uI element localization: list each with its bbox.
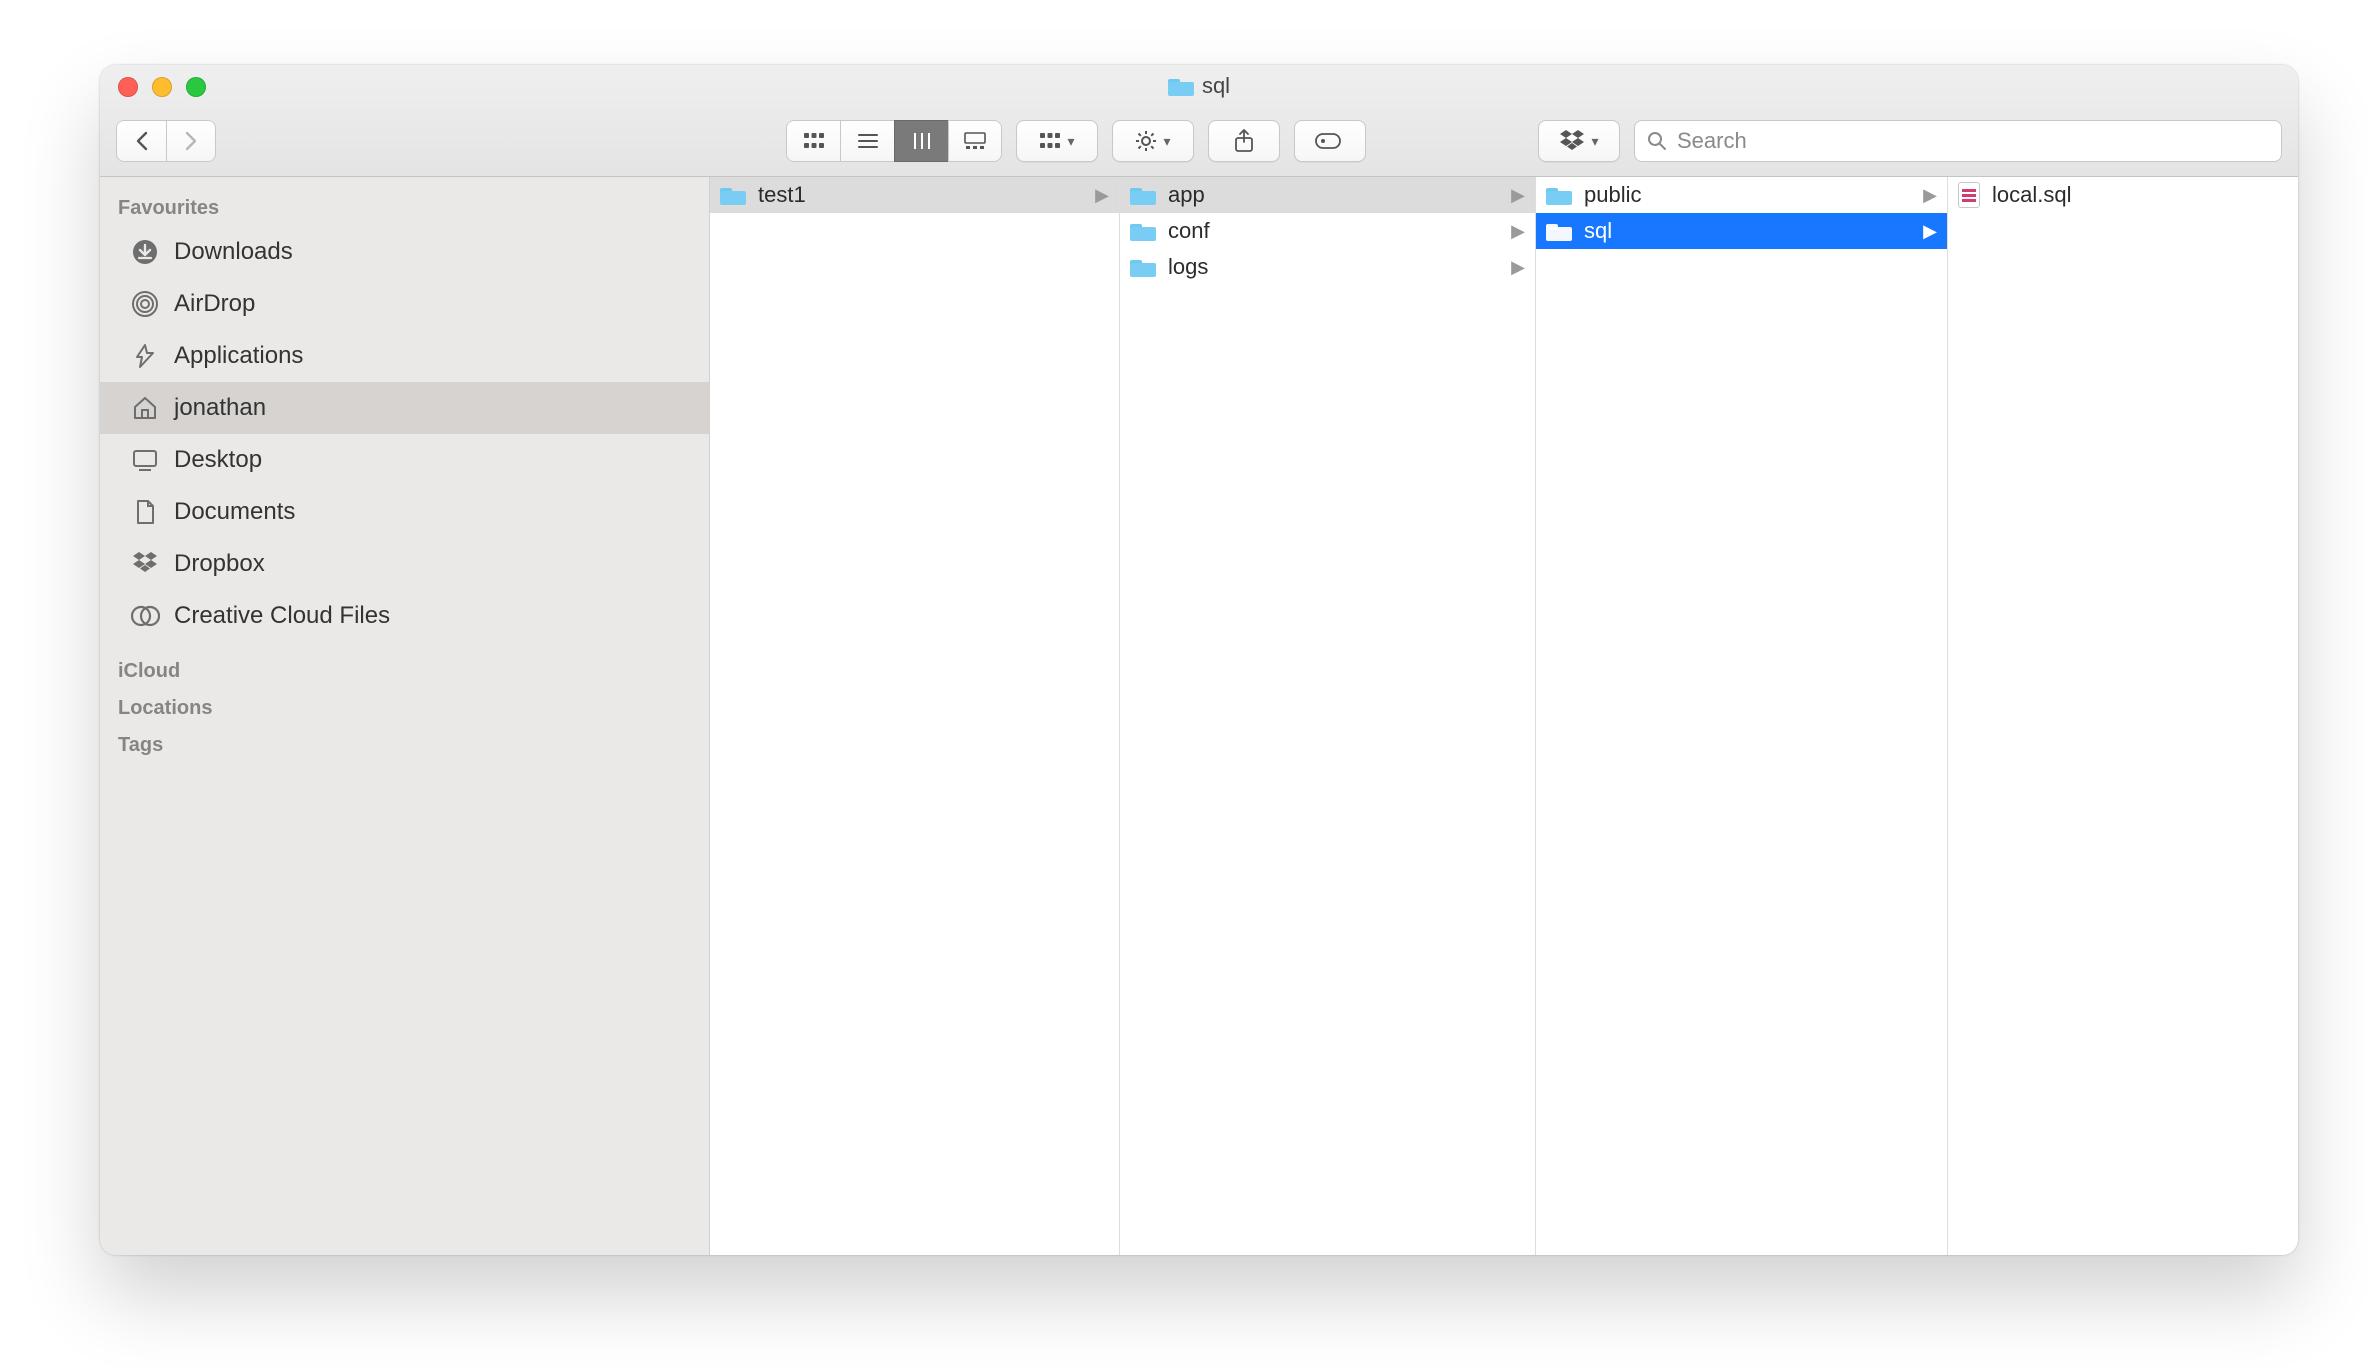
sidebar-item-label: Dropbox bbox=[174, 550, 265, 578]
search-wrap: Search bbox=[1634, 120, 2282, 162]
folder-icon bbox=[1546, 185, 1572, 205]
chevron-right-icon: ▶ bbox=[1511, 185, 1525, 206]
arrange-button[interactable]: ▾ bbox=[1016, 120, 1098, 162]
item-name: local.sql bbox=[1992, 182, 2071, 208]
item-name: app bbox=[1168, 182, 1205, 208]
sidebar-item-airdrop[interactable]: AirDrop bbox=[100, 278, 709, 330]
item-name: public bbox=[1584, 182, 1641, 208]
folder-icon bbox=[1130, 257, 1156, 277]
dropbox-icon bbox=[130, 549, 160, 579]
sidebar-header-icloud: iCloud bbox=[100, 652, 709, 689]
window-body: Favourites Downloads AirDrop Application… bbox=[100, 177, 2298, 1255]
list-item[interactable]: public ▶ bbox=[1536, 177, 1947, 213]
forward-button[interactable] bbox=[166, 120, 216, 162]
list-item[interactable]: conf ▶ bbox=[1120, 213, 1535, 249]
view-gallery-button[interactable] bbox=[948, 120, 1002, 162]
creative-cloud-icon bbox=[130, 601, 160, 631]
sidebar-item-label: Creative Cloud Files bbox=[174, 602, 390, 630]
chevron-right-icon: ▶ bbox=[1511, 221, 1525, 242]
sidebar-item-label: Documents bbox=[174, 498, 295, 526]
search-placeholder: Search bbox=[1677, 128, 1747, 154]
column-2[interactable]: public ▶ sql ▶ bbox=[1536, 177, 1948, 1255]
edit-tags-button[interactable] bbox=[1294, 120, 1366, 162]
column-3[interactable]: local.sql bbox=[1948, 177, 2298, 1255]
sidebar-header-tags: Tags bbox=[100, 726, 709, 763]
sidebar-item-applications[interactable]: Applications bbox=[100, 330, 709, 382]
sidebar-item-label: Downloads bbox=[174, 238, 293, 266]
list-item[interactable]: app ▶ bbox=[1120, 177, 1535, 213]
dropbox-icon bbox=[1559, 130, 1585, 152]
item-name: test1 bbox=[758, 182, 806, 208]
view-mode-group bbox=[786, 120, 1002, 162]
chevron-down-icon: ▾ bbox=[1163, 133, 1170, 150]
documents-icon bbox=[130, 497, 160, 527]
sidebar-item-label: Applications bbox=[174, 342, 303, 370]
chevron-right-icon: ▶ bbox=[1923, 185, 1937, 206]
share-button[interactable] bbox=[1208, 120, 1280, 162]
chevron-down-icon: ▾ bbox=[1591, 133, 1598, 150]
finder-window: sql bbox=[100, 65, 2298, 1255]
sidebar-item-dropbox[interactable]: Dropbox bbox=[100, 538, 709, 590]
sidebar-item-documents[interactable]: Documents bbox=[100, 486, 709, 538]
home-icon bbox=[130, 393, 160, 423]
back-button[interactable] bbox=[116, 120, 166, 162]
airdrop-icon bbox=[130, 289, 160, 319]
tag-icon bbox=[1315, 132, 1345, 150]
window-title: sql bbox=[100, 73, 2298, 99]
sidebar-header-favourites: Favourites bbox=[100, 189, 709, 226]
toolbar: ▾ ▾ ▾ Search bbox=[100, 107, 2298, 176]
chevron-right-icon: ▶ bbox=[1095, 185, 1109, 206]
view-columns-button[interactable] bbox=[894, 120, 948, 162]
item-name: logs bbox=[1168, 254, 1208, 280]
actions-menu-button[interactable]: ▾ bbox=[1112, 120, 1194, 162]
columns-view: test1 ▶ app ▶ conf ▶ logs ▶ bbox=[710, 177, 2298, 1255]
chevron-right-icon: ▶ bbox=[1511, 257, 1525, 278]
grid-icon bbox=[1039, 132, 1061, 150]
item-name: sql bbox=[1584, 218, 1612, 244]
folder-icon bbox=[1168, 76, 1194, 96]
applications-icon bbox=[130, 341, 160, 371]
sidebar-item-downloads[interactable]: Downloads bbox=[100, 226, 709, 278]
sidebar-item-label: jonathan bbox=[174, 394, 266, 422]
download-icon bbox=[130, 237, 160, 267]
folder-icon bbox=[1546, 221, 1572, 241]
sql-file-icon bbox=[1958, 182, 1980, 208]
search-input[interactable]: Search bbox=[1634, 120, 2282, 162]
titlebar: sql bbox=[100, 65, 2298, 177]
desktop-icon bbox=[130, 445, 160, 475]
folder-icon bbox=[1130, 185, 1156, 205]
column-0[interactable]: test1 ▶ bbox=[710, 177, 1120, 1255]
search-icon bbox=[1647, 131, 1667, 151]
chevron-down-icon: ▾ bbox=[1067, 133, 1074, 150]
chevron-right-icon: ▶ bbox=[1923, 221, 1937, 242]
nav-group bbox=[116, 120, 216, 162]
gear-icon bbox=[1135, 130, 1157, 152]
share-icon bbox=[1234, 129, 1254, 153]
window-title-text: sql bbox=[1202, 73, 1230, 99]
dropbox-menu-button[interactable]: ▾ bbox=[1538, 120, 1620, 162]
sidebar-item-desktop[interactable]: Desktop bbox=[100, 434, 709, 486]
view-icons-button[interactable] bbox=[786, 120, 840, 162]
sidebar-item-label: AirDrop bbox=[174, 290, 255, 318]
list-item[interactable]: test1 ▶ bbox=[710, 177, 1119, 213]
folder-icon bbox=[1130, 221, 1156, 241]
list-item[interactable]: local.sql bbox=[1948, 177, 2298, 213]
sidebar-item-label: Desktop bbox=[174, 446, 262, 474]
column-1[interactable]: app ▶ conf ▶ logs ▶ bbox=[1120, 177, 1536, 1255]
sidebar-header-locations: Locations bbox=[100, 689, 709, 726]
list-item[interactable]: logs ▶ bbox=[1120, 249, 1535, 285]
sidebar-item-creative-cloud[interactable]: Creative Cloud Files bbox=[100, 590, 709, 642]
folder-icon bbox=[720, 185, 746, 205]
view-list-button[interactable] bbox=[840, 120, 894, 162]
titlebar-top: sql bbox=[100, 65, 2298, 107]
sidebar: Favourites Downloads AirDrop Application… bbox=[100, 177, 710, 1255]
list-item[interactable]: sql ▶ bbox=[1536, 213, 1947, 249]
sidebar-item-home[interactable]: jonathan bbox=[100, 382, 709, 434]
item-name: conf bbox=[1168, 218, 1210, 244]
